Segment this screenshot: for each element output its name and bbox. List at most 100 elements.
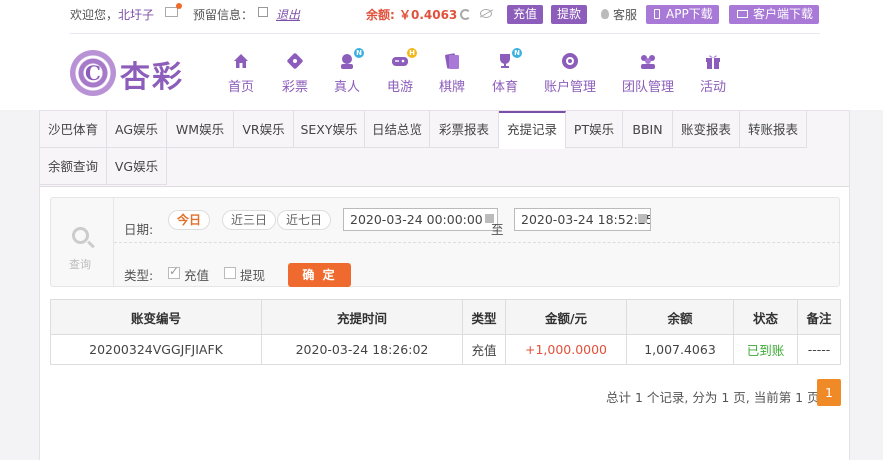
col-time: 充提时间 (261, 299, 463, 335)
nav-egames-label: 电游 (387, 80, 414, 95)
nav-egames[interactable]: H 电游 (387, 48, 417, 95)
phone-icon (654, 9, 660, 19)
nav-sports-label: 体育 (492, 80, 519, 95)
tab-lottery-report[interactable]: 彩票报表 (430, 111, 499, 148)
home-icon (232, 52, 250, 70)
team-icon (639, 52, 657, 70)
header-divider (70, 33, 820, 34)
cell-amount: +1,000.0000 (505, 334, 627, 365)
tab-wm[interactable]: WM娱乐 (167, 111, 234, 148)
new-badge: N (354, 48, 364, 58)
monitor-icon (737, 10, 748, 18)
main-panel: 沙巴体育 AG娱乐 WM娱乐 VR娱乐 SEXY娱乐 日结总览 彩票报表 充提记… (39, 110, 850, 460)
cell-status: 已到账 (733, 334, 798, 365)
refresh-icon[interactable] (460, 9, 471, 20)
tab-deposit-withdraw-records[interactable]: 充提记录 (499, 111, 566, 149)
nav-lottery[interactable]: 彩票 (282, 52, 308, 95)
tab-shaba-sports[interactable]: 沙巴体育 (40, 111, 107, 148)
tab-transfer-report[interactable]: 转账报表 (740, 111, 807, 148)
page-button-current[interactable]: 1 (817, 379, 841, 406)
mail-icon[interactable] (165, 3, 182, 17)
recharge-option-label: 充值 (184, 268, 210, 283)
logout-link[interactable]: 退出 (276, 6, 300, 23)
cards-icon (443, 52, 461, 70)
range-seven-days[interactable]: 近七日 (277, 210, 332, 230)
account-icon (561, 52, 579, 70)
tab-sexy[interactable]: SEXY娱乐 (294, 111, 365, 148)
client-download-button[interactable]: 客户端下载 (729, 5, 820, 24)
service-link[interactable]: 客服 (613, 6, 637, 23)
cell-transaction-id: 20200324VGGJFJIAFK (50, 334, 262, 365)
nav-account-label: 账户管理 (544, 80, 597, 95)
balance-display: 余额: ￥0.4063 (366, 8, 458, 22)
cell-time: 2020-03-24 18:26:02 (261, 334, 463, 365)
tab-balance-query[interactable]: 余额查询 (40, 148, 107, 185)
logo-text[interactable]: 杏彩 (120, 52, 184, 96)
range-today[interactable]: 今日 (168, 210, 211, 230)
nav-team-label: 团队管理 (622, 80, 675, 95)
hot-badge: H (407, 48, 417, 58)
tab-ag[interactable]: AG娱乐 (107, 111, 167, 148)
trophy-icon: N (496, 48, 522, 70)
calendar-icon (638, 214, 647, 223)
cell-type: 充值 (462, 334, 506, 365)
edit-icon[interactable] (258, 7, 268, 17)
nav-chess[interactable]: 棋牌 (439, 52, 465, 95)
logo-emblem[interactable] (70, 50, 116, 96)
nav-live[interactable]: N 真人 (334, 48, 364, 95)
tab-vr[interactable]: VR娱乐 (234, 111, 294, 148)
recharge-checkbox[interactable] (168, 264, 180, 279)
gift-icon (704, 52, 722, 70)
search-icon (72, 227, 89, 244)
tab-pt[interactable]: PT娱乐 (566, 111, 623, 148)
col-transaction-id: 账变编号 (50, 299, 262, 335)
gamepad-icon: H (391, 48, 417, 70)
withdraw-button[interactable]: 提款 (551, 5, 588, 24)
nav-sports[interactable]: N 体育 (492, 48, 522, 95)
query-area[interactable]: 查询 (51, 198, 114, 286)
to-label: 至 (491, 222, 504, 237)
start-date-input[interactable]: 2020-03-24 00:00:00 (343, 208, 498, 231)
tab-account-change-report[interactable]: 账变报表 (673, 111, 740, 148)
records-table: 账变编号 充提时间 类型 金额/元 余额 状态 备注 20200324VGGJF… (50, 299, 841, 365)
nav-home-label: 首页 (228, 80, 255, 95)
pagination-summary: 总计 1 个记录, 分为 1 页, 当前第 1 页 (606, 390, 820, 405)
lottery-icon (286, 52, 304, 70)
col-amount: 金额/元 (505, 299, 627, 335)
col-status: 状态 (733, 299, 798, 335)
withdraw-checkbox[interactable] (224, 267, 236, 279)
cell-remark: ----- (797, 334, 841, 365)
username[interactable]: 北圩子 (118, 6, 154, 23)
col-balance: 余额 (626, 299, 734, 335)
nav-lottery-label: 彩票 (282, 80, 309, 95)
nav-home[interactable]: 首页 (228, 52, 254, 95)
welcome-text: 欢迎您， (70, 8, 119, 22)
end-date-value: 2020-03-24 18:52:25 (521, 212, 651, 227)
new-badge: N (512, 48, 522, 58)
col-type: 类型 (462, 299, 506, 335)
tab-daily-overview[interactable]: 日结总览 (365, 111, 430, 148)
nav-team[interactable]: 团队管理 (622, 52, 674, 95)
nav-chess-label: 棋牌 (439, 80, 466, 95)
start-date-value: 2020-03-24 00:00:00 (350, 212, 483, 227)
nav-account[interactable]: 账户管理 (544, 52, 596, 95)
nav-activity-label: 活动 (700, 80, 727, 95)
tab-bbin[interactable]: BBIN (623, 111, 673, 148)
type-label: 类型: (124, 268, 154, 283)
live-dealer-icon: N (338, 48, 364, 70)
app-download-button[interactable]: APP下载 (646, 5, 719, 24)
client-download-label: 客户端下载 (753, 7, 814, 21)
service-icon (601, 9, 609, 19)
tab-vg[interactable]: VG娱乐 (107, 148, 167, 185)
reserved-info-label: 预留信息： (193, 8, 254, 22)
withdraw-option-label: 提现 (240, 268, 266, 283)
nav-activity[interactable]: 活动 (700, 52, 726, 95)
table-row: 20200324VGGJFJIAFK 2020-03-24 18:26:02 充… (50, 334, 841, 365)
cell-balance: 1,007.4063 (626, 334, 734, 365)
col-remark: 备注 (797, 299, 841, 335)
confirm-button[interactable]: 确 定 (288, 263, 351, 287)
recharge-button[interactable]: 充值 (507, 5, 544, 24)
end-date-input[interactable]: 2020-03-24 18:52:25 (514, 208, 651, 231)
hide-balance-icon[interactable] (480, 9, 492, 18)
range-three-days[interactable]: 近三日 (222, 210, 277, 230)
